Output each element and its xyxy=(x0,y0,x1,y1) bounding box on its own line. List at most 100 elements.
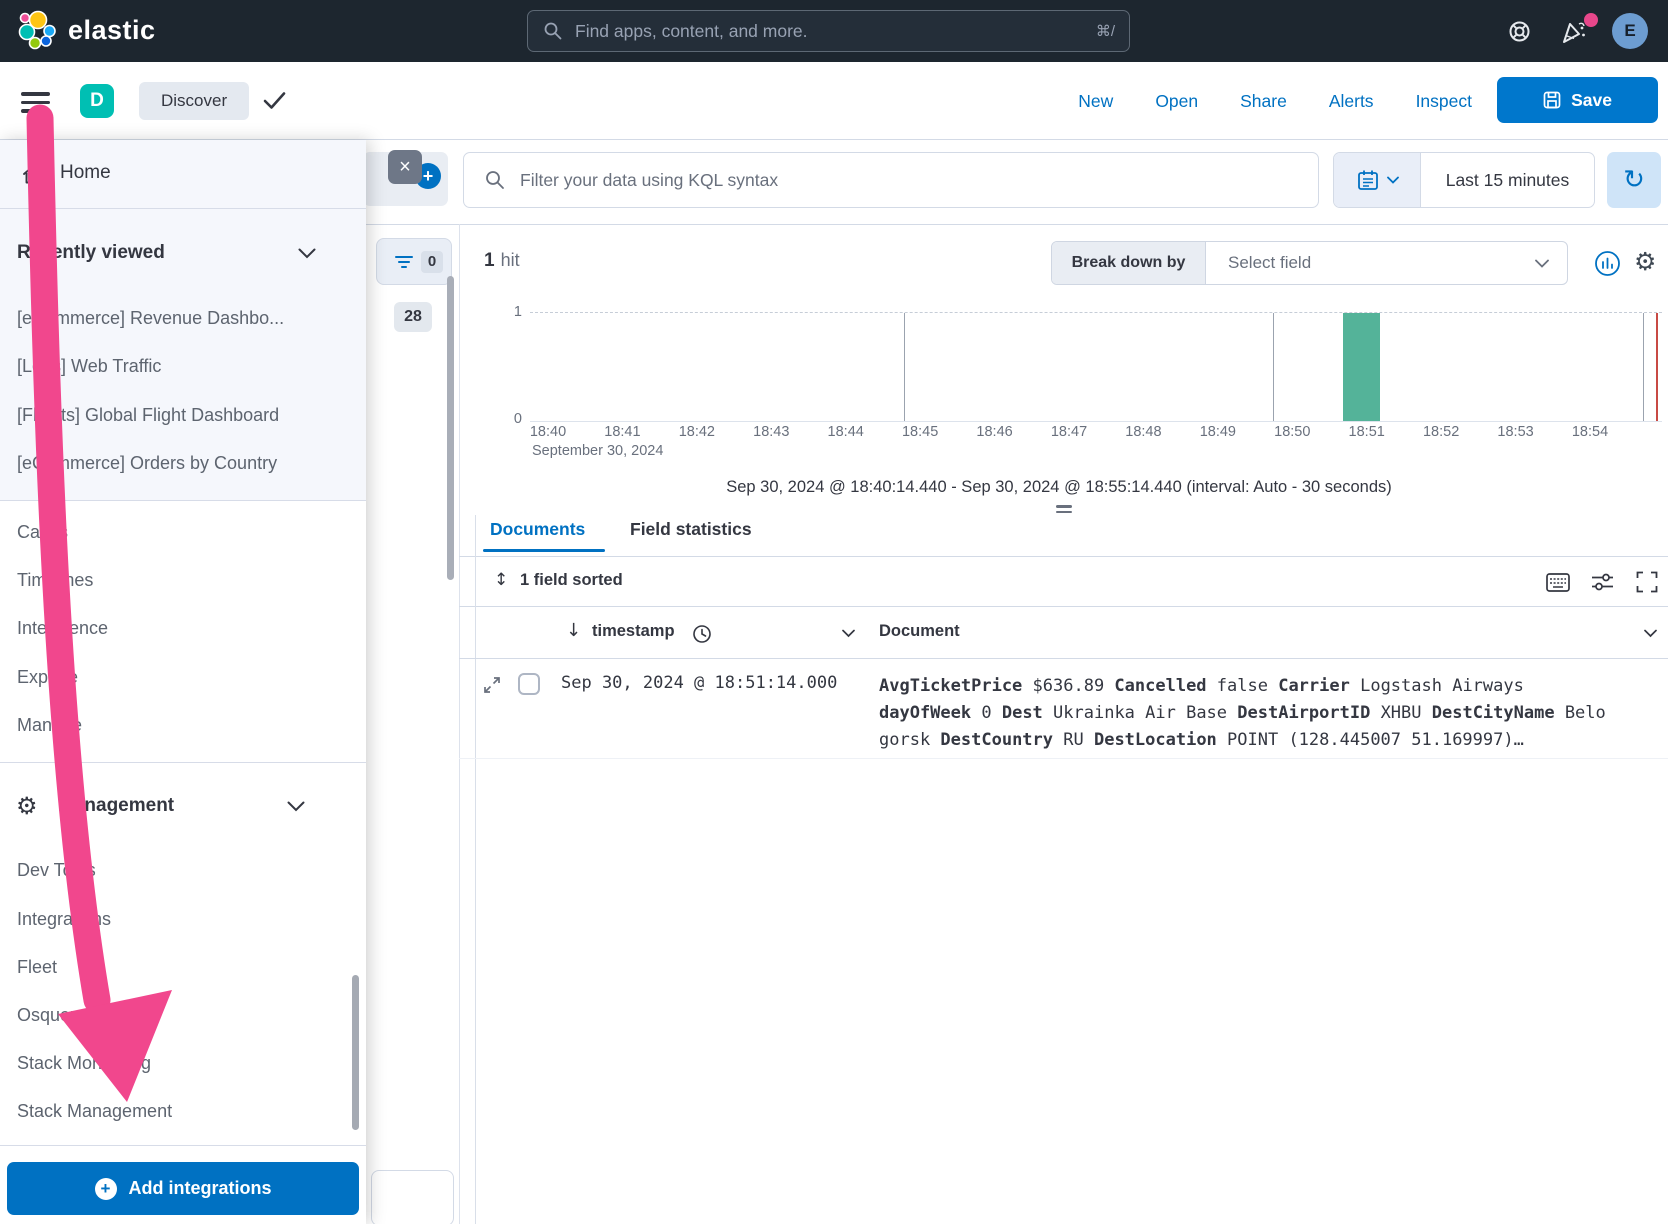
hits-label: hit xyxy=(501,250,520,270)
x-axis-tick: 18:42 xyxy=(679,424,715,440)
help-icon[interactable] xyxy=(1508,20,1531,43)
recently-viewed-header[interactable]: Recently viewed xyxy=(17,242,165,264)
time-range-picker[interactable]: Last 15 minutes xyxy=(1333,152,1595,208)
save-button[interactable]: Save xyxy=(1497,77,1658,123)
field-filter-control[interactable]: 0 xyxy=(376,238,452,285)
kql-query-input[interactable] xyxy=(518,169,1318,192)
search-icon xyxy=(484,169,506,191)
row-settings-icon[interactable] xyxy=(1592,572,1613,592)
share-button[interactable]: Share xyxy=(1240,91,1287,112)
histogram-bar[interactable] xyxy=(1343,313,1380,421)
display-options-icon[interactable] xyxy=(1546,573,1570,592)
sort-fields-icon[interactable]: ↕ xyxy=(494,570,508,590)
sidebar-scrollbar[interactable] xyxy=(352,975,359,1130)
sidebar-item-intelligence[interactable]: Intelligence xyxy=(17,618,108,639)
save-icon xyxy=(1543,91,1561,109)
sidebar-item-integrations[interactable]: Integrations xyxy=(17,909,111,930)
vertical-gridline xyxy=(1273,313,1274,421)
news-feed-icon[interactable] xyxy=(1560,17,1594,47)
sidebar-item-timelines[interactable]: Timelines xyxy=(17,570,93,591)
vertical-gridline xyxy=(904,313,905,421)
histogram-chart[interactable] xyxy=(530,312,1662,422)
x-axis-tick: 18:43 xyxy=(753,424,789,440)
inspect-button[interactable]: Inspect xyxy=(1416,91,1472,112)
recent-item-web-traffic[interactable]: [Logs] Web Traffic xyxy=(17,356,161,377)
global-search-bar[interactable]: ⌘/ xyxy=(527,10,1130,52)
refresh-button[interactable]: ↻ xyxy=(1607,152,1661,208)
time-range-value[interactable]: Last 15 minutes xyxy=(1421,153,1594,207)
gear-icon[interactable]: ⚙ xyxy=(1634,247,1656,276)
sidebar-item-explore[interactable]: Explore xyxy=(17,667,78,688)
chevron-down-icon[interactable] xyxy=(298,248,316,259)
user-avatar[interactable]: E xyxy=(1612,13,1648,49)
chart-options-icon[interactable] xyxy=(1594,250,1621,277)
x-axis-tick: 18:40 xyxy=(530,424,566,440)
sidebar-item-cases[interactable]: Cases xyxy=(17,522,68,543)
sidebar-item-fleet[interactable]: Fleet xyxy=(17,957,57,978)
recent-item-orders-by-country[interactable]: [eCommerce] Orders by Country xyxy=(17,453,277,474)
x-axis-tick: 18:51 xyxy=(1349,424,1385,440)
field-filter-count-badge: 0 xyxy=(421,251,443,273)
x-axis-tick: 18:44 xyxy=(828,424,864,440)
elastic-logo-icon[interactable] xyxy=(16,10,58,52)
search-shortcut-hint: ⌘/ xyxy=(1096,22,1129,40)
breadcrumb[interactable]: Discover xyxy=(139,82,249,120)
discover-app-icon[interactable]: D xyxy=(80,84,114,118)
recent-item-revenue-dashboard[interactable]: [eCommerce] Revenue Dashbo... xyxy=(17,308,284,329)
x-axis-tick: 18:53 xyxy=(1497,424,1533,440)
timestamp-column-header[interactable]: timestamp xyxy=(592,622,675,641)
kql-query-bar[interactable] xyxy=(463,152,1319,208)
document-text-line: gorsk DestCountry RU DestLocation POINT … xyxy=(879,727,1606,754)
menu-hamburger-icon[interactable] xyxy=(0,62,70,140)
timestamp-cell[interactable]: Sep 30, 2024 @ 18:51:14.000 xyxy=(561,673,837,693)
chevron-down-icon[interactable] xyxy=(287,801,305,812)
fullscreen-icon[interactable] xyxy=(1636,571,1658,593)
add-integrations-button[interactable]: + Add integrations xyxy=(7,1162,359,1215)
column-menu-chevron-icon[interactable] xyxy=(842,629,855,638)
top-header-bar: elastic ⌘/ xyxy=(0,0,1668,62)
field-search-box-partial[interactable] xyxy=(371,1170,454,1224)
tab-documents[interactable]: Documents xyxy=(490,519,585,540)
breakdown-placeholder: Select field xyxy=(1206,242,1535,284)
alerts-button[interactable]: Alerts xyxy=(1329,91,1374,112)
new-button[interactable]: New xyxy=(1078,91,1113,112)
discover-page: elastic ⌘/ xyxy=(0,0,1668,1224)
sidebar-item-manage[interactable]: Manage xyxy=(17,715,82,736)
management-header[interactable]: Management xyxy=(58,795,174,817)
sidebar-item-stack-monitoring[interactable]: Stack Monitoring xyxy=(17,1053,151,1074)
divider xyxy=(0,1145,366,1146)
sidebar-item-stack-management[interactable]: Stack Management xyxy=(17,1101,172,1122)
divider xyxy=(366,224,1668,225)
calendar-icon xyxy=(1356,168,1380,192)
global-search-input[interactable] xyxy=(573,20,1096,43)
close-icon[interactable]: × xyxy=(388,150,422,184)
sidebar-item-dev-tools[interactable]: Dev Tools xyxy=(17,860,96,881)
breakdown-select[interactable]: Break down by Select field xyxy=(1051,241,1568,285)
time-interval-caption: Sep 30, 2024 @ 18:40:14.440 - Sep 30, 20… xyxy=(460,478,1658,497)
document-cell[interactable]: AvgTicketPrice $636.89 Cancelled false C… xyxy=(879,673,1606,754)
check-icon[interactable] xyxy=(263,91,286,110)
recent-item-flight-dashboard[interactable]: [Flights] Global Flight Dashboard xyxy=(17,405,279,426)
gear-icon: ⚙ xyxy=(16,792,44,820)
app-toolbar: D Discover New Open Share Alerts Inspect… xyxy=(0,62,1668,140)
sorted-fields-button[interactable]: 1 field sorted xyxy=(520,571,623,590)
tab-field-statistics[interactable]: Field statistics xyxy=(630,519,752,540)
x-axis-tick: 18:45 xyxy=(902,424,938,440)
hits-count: 1hit xyxy=(484,250,520,272)
field-list-scrollbar[interactable] xyxy=(447,276,454,580)
resize-handle[interactable] xyxy=(1056,502,1072,516)
plus-icon: + xyxy=(95,1178,117,1200)
open-button[interactable]: Open xyxy=(1155,91,1198,112)
save-button-label: Save xyxy=(1571,90,1612,111)
divider xyxy=(459,758,1668,759)
sidebar-item-home[interactable]: Home xyxy=(0,140,366,208)
document-column-header[interactable]: Document xyxy=(879,622,960,641)
plus-icon: + xyxy=(423,166,434,187)
calendar-dropdown-button[interactable] xyxy=(1334,153,1421,207)
row-checkbox[interactable] xyxy=(518,673,540,695)
sidebar-item-osquery[interactable]: Osquery xyxy=(17,1005,85,1026)
divider xyxy=(459,658,1668,659)
nav-sidebar: Home Recently viewed [eCommerce] Revenue… xyxy=(0,140,366,1224)
expand-row-icon[interactable] xyxy=(483,676,501,694)
column-menu-chevron-icon[interactable] xyxy=(1644,629,1657,638)
